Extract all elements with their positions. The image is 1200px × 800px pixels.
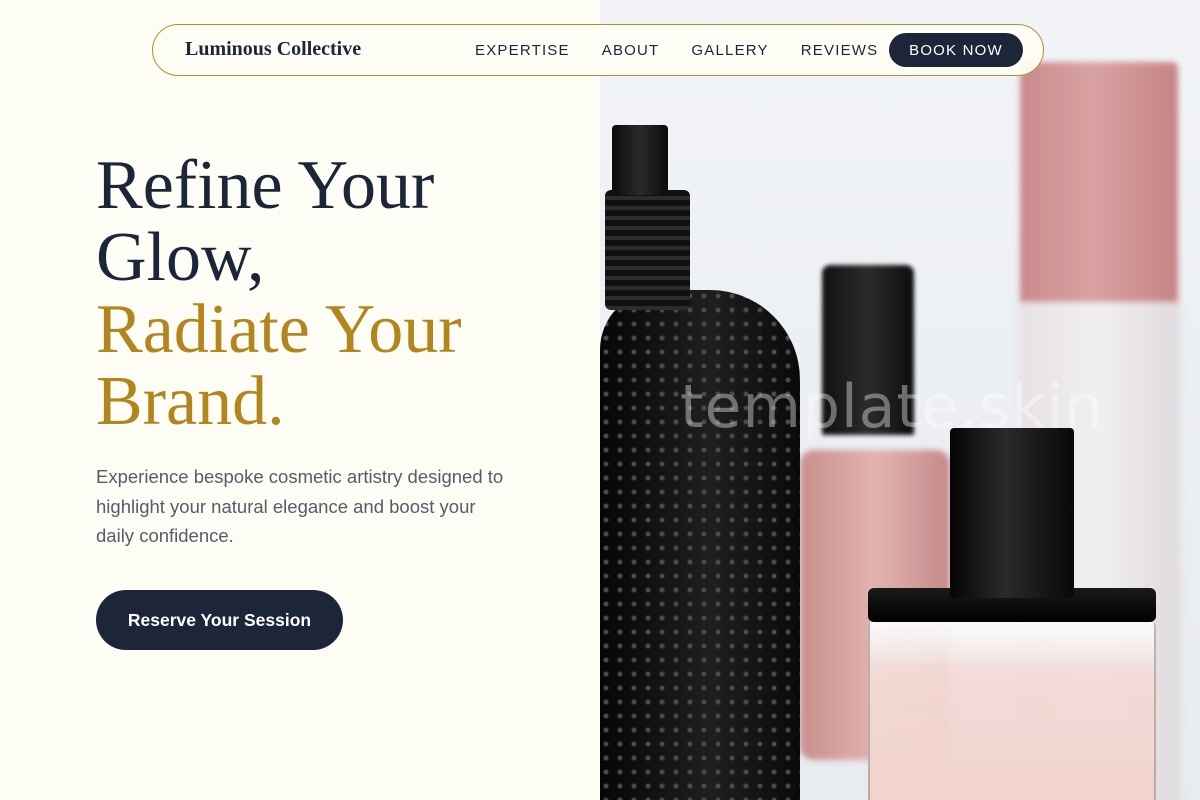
- nav-link-about[interactable]: ABOUT: [602, 42, 660, 59]
- top-navigation: Luminous Collective EXPERTISE ABOUT GALL…: [152, 24, 1044, 76]
- hero-headline: Refine Your Glow, Radiate Your Brand.: [96, 150, 576, 438]
- headline-line-2: Glow,: [96, 219, 265, 296]
- headline-line-1: Refine Your: [96, 147, 435, 224]
- perfume-bottle-body: [868, 618, 1156, 800]
- hero-product-image: template.skin: [600, 0, 1200, 800]
- brand-logo[interactable]: Luminous Collective: [185, 38, 361, 61]
- hero-description: Experience bespoke cosmetic artistry des…: [96, 466, 504, 546]
- nav-link-gallery[interactable]: GALLERY: [691, 42, 768, 59]
- reserve-session-button[interactable]: Reserve Your Session: [96, 590, 343, 650]
- perfume-bottle-cap: [950, 428, 1074, 598]
- landing-page: template.skin Luminous Collective EXPERT…: [0, 0, 1200, 800]
- nav-link-reviews[interactable]: REVIEWS: [801, 42, 879, 59]
- nav-links: EXPERTISE ABOUT GALLERY REVIEWS: [475, 25, 910, 75]
- headline-accent-line-2: Brand.: [96, 363, 285, 440]
- headline-accent-line-1: Radiate Your: [96, 291, 462, 368]
- nav-link-expertise[interactable]: EXPERTISE: [475, 42, 570, 59]
- book-now-button[interactable]: BOOK NOW: [889, 33, 1023, 67]
- pink-bottle-cap: [1020, 62, 1178, 302]
- studded-bottle-neck: [612, 125, 668, 195]
- studded-bottle-collar: [605, 190, 690, 310]
- studded-bottle-body: [600, 290, 800, 800]
